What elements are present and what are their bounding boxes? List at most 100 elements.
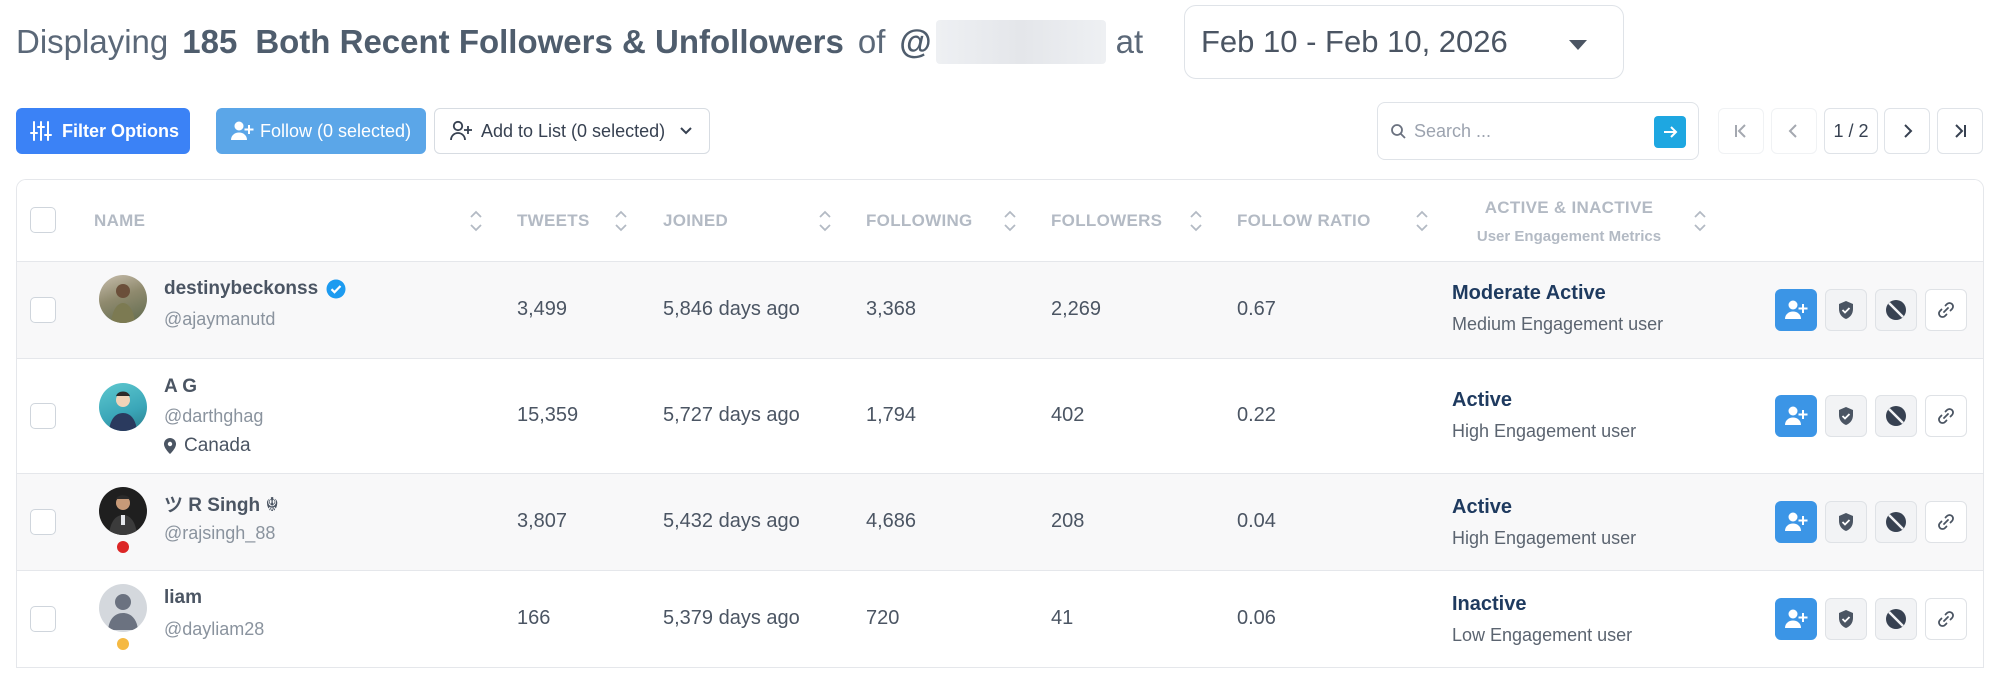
- sliders-icon: [30, 121, 52, 141]
- link-icon: [1938, 302, 1954, 318]
- whitelist-button[interactable]: [1825, 395, 1867, 437]
- table-header: NAME TWEETS JOINED FOLLOWING FOLLOWERS F…: [17, 180, 1983, 262]
- arrow-right-icon: [1664, 126, 1678, 138]
- col-follow-ratio[interactable]: FOLLOW RATIO: [1237, 180, 1371, 262]
- user-name[interactable]: destinybeckonss: [164, 278, 346, 300]
- row-checkbox[interactable]: [30, 606, 56, 632]
- col-following[interactable]: FOLLOWING: [866, 180, 973, 262]
- col-activity-subtitle: User Engagement Metrics: [1476, 227, 1662, 245]
- user-plus-icon: [1785, 512, 1808, 531]
- block-user-button[interactable]: [1875, 598, 1917, 640]
- follow-selected-label: Follow (0 selected): [260, 120, 412, 141]
- table-row: ツ R Singh ☬ @rajsingh_88 3,807 5,432 day…: [17, 474, 1983, 571]
- block-user-button[interactable]: [1875, 395, 1917, 437]
- avatar-photo: [111, 284, 135, 323]
- first-page-button[interactable]: [1718, 108, 1764, 154]
- heading-displaying: Displaying: [16, 23, 169, 60]
- follow-user-button[interactable]: [1775, 598, 1817, 640]
- profile-link-button[interactable]: [1925, 501, 1967, 543]
- avatar[interactable]: [99, 487, 147, 535]
- search-input[interactable]: [1414, 120, 1644, 142]
- followers-count: 2,269: [1051, 298, 1102, 320]
- follow-user-button[interactable]: [1775, 501, 1817, 543]
- joined-value: 5,727 days ago: [663, 404, 800, 426]
- chevron-right-icon: [1904, 124, 1913, 138]
- user-name[interactable]: liam: [164, 587, 202, 609]
- next-page-button[interactable]: [1884, 108, 1930, 154]
- search-box: [1377, 102, 1699, 160]
- sort-icon[interactable]: [614, 208, 628, 234]
- followers-count: 41: [1051, 607, 1074, 629]
- user-name[interactable]: ツ R Singh ☬: [164, 490, 279, 517]
- select-all-checkbox[interactable]: [30, 207, 56, 233]
- user-handle[interactable]: @ajaymanutd: [164, 309, 275, 330]
- block-icon: [1886, 609, 1906, 629]
- user-handle[interactable]: @dayliam28: [164, 619, 264, 640]
- whitelist-button[interactable]: [1825, 289, 1867, 331]
- shield-check-icon: [1839, 301, 1853, 319]
- tweets-count: 166: [517, 607, 551, 629]
- date-range-select[interactable]: Feb 10 - Feb 10, 2026: [1184, 5, 1624, 79]
- search-submit-button[interactable]: [1654, 116, 1686, 148]
- following-count: 720: [866, 607, 900, 629]
- user-handle[interactable]: @rajsingh_88: [164, 523, 275, 544]
- follow-user-button[interactable]: [1775, 395, 1817, 437]
- heading-at: at: [1115, 23, 1144, 60]
- date-range-value: Feb 10 - Feb 10, 2026: [1201, 24, 1508, 59]
- avatar[interactable]: [99, 275, 147, 323]
- link-icon: [1938, 514, 1954, 530]
- profile-link-button[interactable]: [1925, 289, 1967, 331]
- sort-icon[interactable]: [1189, 208, 1203, 234]
- engagement-level: Low Engagement user: [1452, 625, 1633, 645]
- col-joined[interactable]: JOINED: [663, 180, 728, 262]
- follow-selected-button[interactable]: Follow (0 selected): [216, 108, 426, 154]
- whitelist-button[interactable]: [1825, 598, 1867, 640]
- heading-of: of: [857, 23, 886, 60]
- user-plus-icon: [1785, 406, 1808, 425]
- shield-check-icon: [1839, 513, 1853, 531]
- col-name[interactable]: NAME: [94, 180, 145, 262]
- link-icon: [1938, 408, 1954, 424]
- last-page-button[interactable]: [1937, 108, 1983, 154]
- avatar[interactable]: [99, 383, 147, 431]
- col-followers[interactable]: FOLLOWERS: [1051, 180, 1162, 262]
- user-handle[interactable]: @darthghag: [164, 406, 263, 427]
- tweets-count: 15,359: [517, 404, 579, 426]
- follow-user-button[interactable]: [1775, 289, 1817, 331]
- prev-page-button[interactable]: [1771, 108, 1817, 154]
- block-icon: [1886, 300, 1906, 320]
- location-pin-icon: [164, 438, 176, 454]
- sort-icon[interactable]: [818, 208, 832, 234]
- block-user-button[interactable]: [1875, 289, 1917, 331]
- user-plus-icon: [231, 121, 254, 140]
- following-count: 4,686: [866, 510, 917, 532]
- account-at-sign: @: [899, 23, 932, 60]
- col-tweets[interactable]: TWEETS: [517, 180, 590, 262]
- sort-icon[interactable]: [1003, 208, 1017, 234]
- sort-icon[interactable]: [469, 208, 483, 234]
- first-page-icon: [1735, 124, 1746, 138]
- col-activity[interactable]: ACTIVE & INACTIVE User Engagement Metric…: [1439, 180, 1699, 262]
- whitelist-button[interactable]: [1825, 501, 1867, 543]
- sort-icon[interactable]: [1693, 208, 1707, 234]
- avatar-photo: [109, 391, 137, 431]
- profile-link-button[interactable]: [1925, 395, 1967, 437]
- avatar[interactable]: [99, 584, 147, 632]
- block-user-button[interactable]: [1875, 501, 1917, 543]
- sort-icon[interactable]: [1415, 208, 1429, 234]
- masked-account-name: [935, 20, 1106, 64]
- user-location: Canada: [164, 435, 251, 457]
- row-checkbox[interactable]: [30, 297, 56, 323]
- row-checkbox[interactable]: [30, 403, 56, 429]
- following-count: 3,368: [866, 298, 917, 320]
- verified-badge-icon: [326, 279, 346, 299]
- table-row: liam @dayliam28 166 5,379 days ago 720 4…: [17, 571, 1983, 668]
- link-icon: [1938, 611, 1954, 627]
- row-checkbox[interactable]: [30, 509, 56, 535]
- user-name[interactable]: A G: [164, 376, 197, 398]
- activity-status: Active: [1452, 389, 1513, 411]
- user-add-outline-icon: [450, 120, 472, 141]
- add-to-list-button[interactable]: Add to List (0 selected): [434, 108, 710, 154]
- filter-options-button[interactable]: Filter Options: [16, 108, 190, 154]
- profile-link-button[interactable]: [1925, 598, 1967, 640]
